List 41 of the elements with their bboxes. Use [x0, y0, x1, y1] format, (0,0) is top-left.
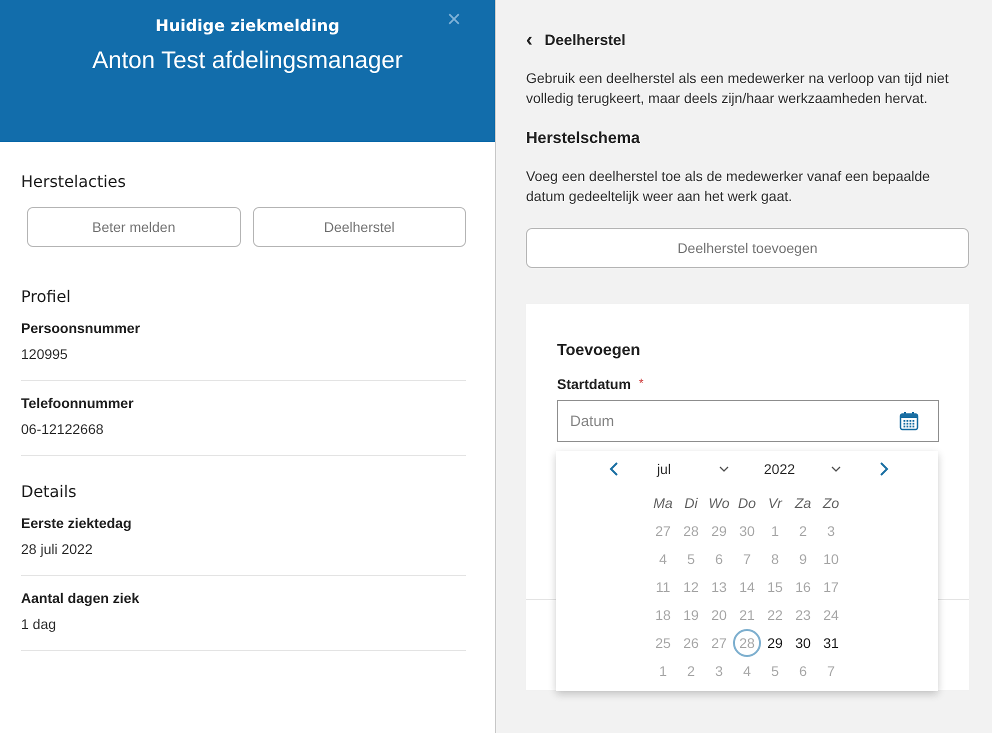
- year-select[interactable]: 2022: [764, 461, 842, 477]
- weekday-label: Di: [683, 494, 699, 513]
- action-button[interactable]: Deelherstel: [252, 207, 466, 247]
- field-value: 1 dag: [21, 616, 58, 632]
- field-label: Telefoonnummer: [21, 395, 135, 411]
- add-button[interactable]: Deelherstel toevoegen: [526, 228, 969, 268]
- field-label: Startdatum: [557, 376, 631, 392]
- calendar-icon[interactable]: [899, 411, 919, 431]
- field-label: Persoonsnummer: [21, 320, 142, 336]
- calendar-day[interactable]: 31: [817, 629, 845, 657]
- field-value: 06-12122668: [21, 421, 105, 437]
- date-field[interactable]: Datum: [557, 400, 939, 442]
- section-heading: Profiel: [21, 287, 72, 306]
- field-label: Eerste ziektedag: [21, 515, 132, 531]
- schema-text: Voeg een deelherstel toe als de medewerker vanaf een bepaalde datum gedeeltelijk weer aan het werk gaat.: [526, 167, 931, 206]
- caret-icon: [831, 466, 842, 472]
- field-value: 120995: [21, 346, 69, 362]
- weekday-label: Zo: [822, 494, 840, 513]
- caret-icon: [718, 466, 729, 472]
- panel-title: Deelherstel: [544, 32, 626, 48]
- field-label: Aantal dagen ziek: [21, 590, 140, 606]
- close-button[interactable]: ×: [446, 6, 461, 34]
- calendar-day[interactable]: 29: [761, 629, 789, 657]
- section-heading: Herstelschema: [526, 130, 641, 148]
- intro-text: Gebruik een deelherstel als een medewerker na verloop van tijd niet volledig terugkeert, maar deels zijn/haar werkzaamheden hervat.: [526, 69, 950, 108]
- weekday-label: Za: [794, 494, 812, 513]
- weekday-label: Vr: [767, 494, 784, 513]
- weekday-label: Ma: [652, 494, 674, 513]
- form-heading: Toevoegen: [557, 342, 642, 360]
- header-title: Anton Test afdelingsmanager: [92, 47, 403, 75]
- month-select[interactable]: jul: [656, 461, 729, 477]
- section-heading: Details: [21, 482, 78, 501]
- field-value: 28 juli 2022: [21, 541, 94, 557]
- required-marker: *: [638, 376, 644, 392]
- weekday-label: Wo: [708, 494, 730, 513]
- section-heading: Herstelacties: [21, 172, 127, 191]
- back-button[interactable]: ‹: [526, 30, 533, 50]
- action-button[interactable]: Beter melden: [27, 207, 240, 247]
- weekday-label: Do: [737, 494, 757, 513]
- header-subtitle: Huidige ziekmelding: [155, 16, 340, 35]
- calendar-day[interactable]: 30: [789, 629, 817, 657]
